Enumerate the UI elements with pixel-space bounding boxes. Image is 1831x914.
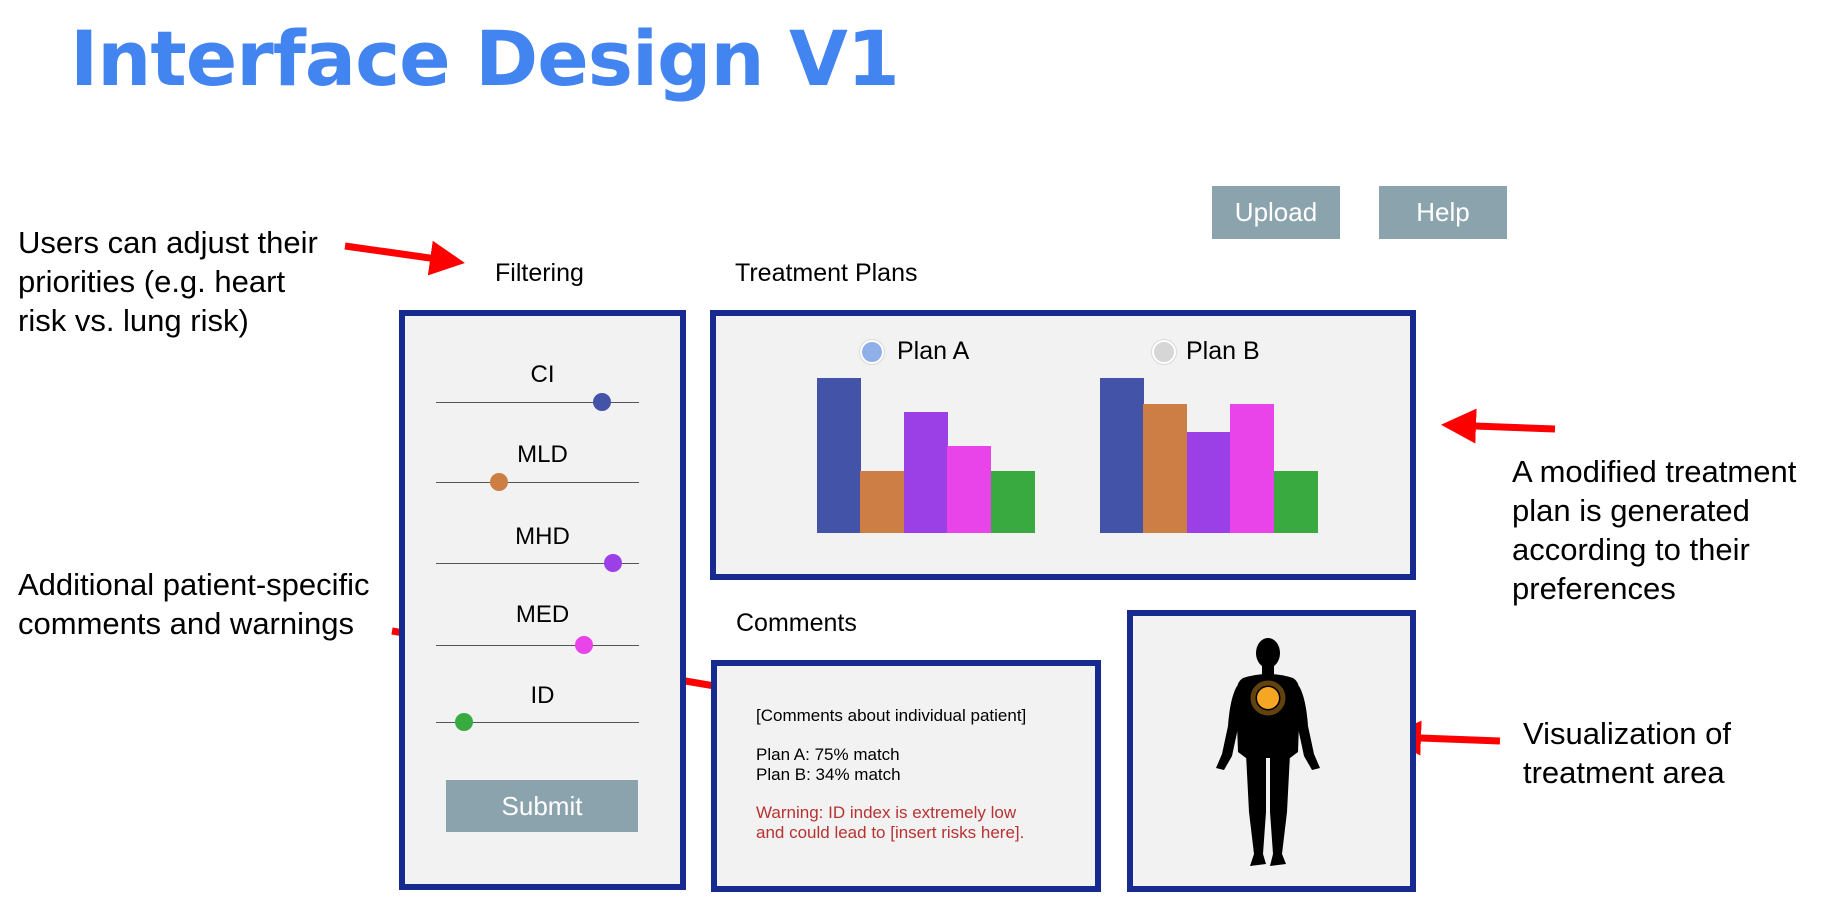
comments-heading: Comments (736, 609, 857, 637)
arrow-to-filtering (344, 240, 465, 276)
slider-knob-mld[interactable] (489, 473, 508, 491)
arrow-to-plans (1441, 408, 1556, 444)
bar-a-4 (947, 446, 991, 533)
plan-a-label: Plan A (897, 337, 970, 365)
slider-track-med[interactable] (436, 645, 639, 646)
plan-b-match-text: Plan B: 34% match (756, 765, 901, 784)
bar-a-3 (904, 412, 948, 533)
plan-a-radio[interactable] (860, 340, 884, 364)
slider-label-mld: MLD (517, 441, 568, 468)
filtering-heading: Filtering (495, 259, 584, 287)
treatment-plans-heading: Treatment Plans (735, 259, 918, 287)
bar-a-1 (817, 378, 861, 533)
upload-button[interactable]: Upload (1212, 186, 1340, 239)
treatment-area-highlight (1257, 687, 1279, 709)
warning-text-line-1: Warning: ID index is extremely low (756, 803, 1017, 822)
slider-label-mhd: MHD (515, 523, 570, 550)
human-body-figure (1216, 638, 1320, 866)
help-button[interactable]: Help (1379, 186, 1507, 239)
bar-a-2 (860, 471, 904, 533)
plan-b-radio[interactable] (1152, 340, 1176, 364)
slider-label-ci: CI (530, 361, 555, 388)
slider-knob-mhd[interactable] (603, 554, 622, 572)
plan-a-bar-chart[interactable] (817, 378, 1035, 533)
bar-b-1 (1100, 378, 1144, 533)
bar-b-2 (1143, 404, 1187, 533)
bar-b-4 (1230, 404, 1274, 533)
plan-b-label: Plan B (1186, 337, 1260, 365)
submit-button[interactable]: Submit (446, 780, 638, 832)
slider-label-id: ID (530, 682, 555, 709)
warning-text-line-2: and could lead to [insert risks here]. (756, 823, 1025, 842)
slider-label-med: MED (515, 601, 570, 628)
bar-a-5 (991, 471, 1035, 533)
plan-b-bar-chart[interactable] (1100, 378, 1318, 533)
slider-track-mld[interactable] (436, 482, 639, 483)
comments-header-text: [Comments about individual patient] (756, 706, 1027, 725)
plan-a-match-text: Plan A: 75% match (756, 745, 900, 764)
bar-b-5 (1274, 471, 1318, 533)
bar-b-3 (1187, 432, 1231, 533)
